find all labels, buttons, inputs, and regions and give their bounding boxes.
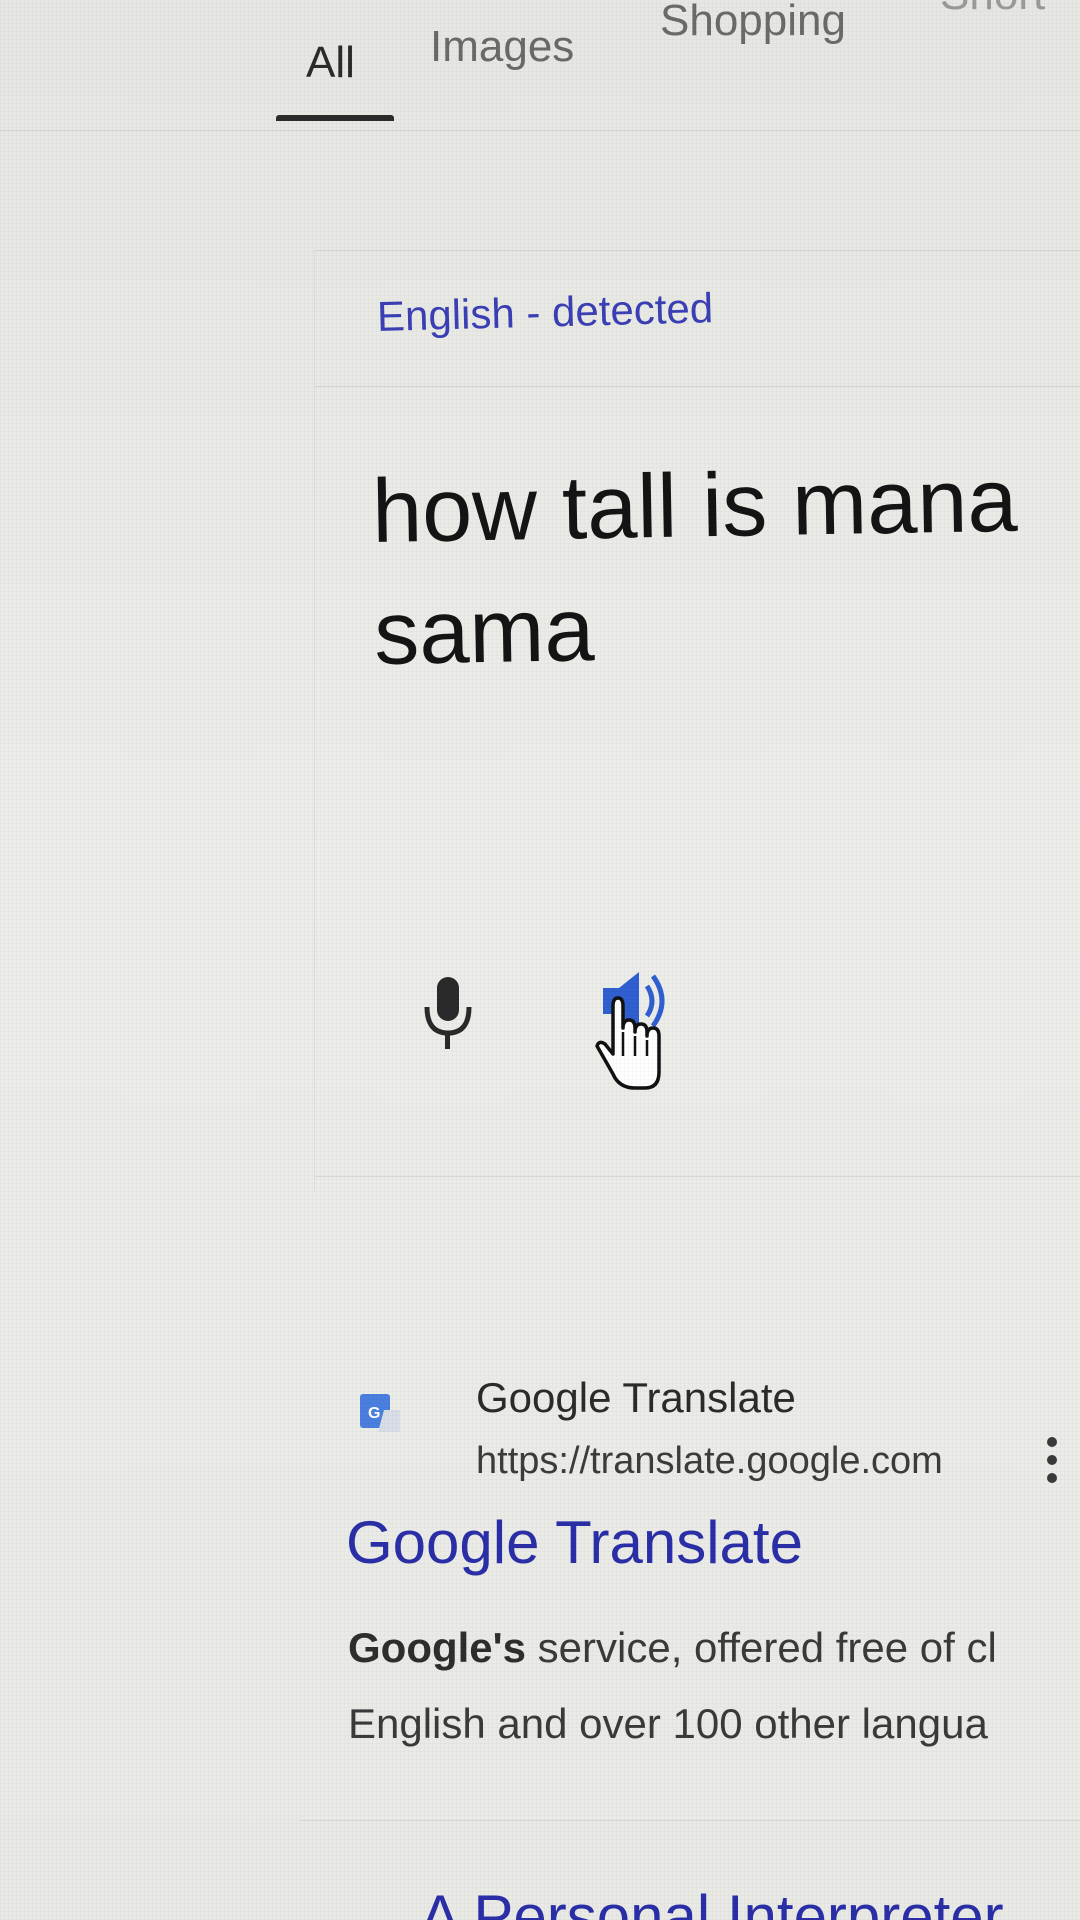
result-site-name[interactable]: Google Translate: [476, 1374, 796, 1422]
search-results-page: All Images Shopping Short English - dete…: [0, 0, 1080, 1920]
microphone-button[interactable]: [409, 971, 489, 1061]
snippet-line: Google's service, offered free of cl: [348, 1624, 997, 1671]
source-text-line: how tall is mana: [371, 450, 1019, 562]
result-snippet: Google's service, offered free of cl Eng…: [348, 1610, 1080, 1762]
active-tab-indicator: [276, 115, 394, 121]
tab-all[interactable]: All: [306, 38, 355, 88]
tab-shopping[interactable]: Shopping: [660, 0, 846, 46]
snippet-line: English and over 100 other langua: [348, 1700, 988, 1747]
next-result-title-link[interactable]: A Personal Interpreter: [420, 1882, 1004, 1920]
tab-images[interactable]: Images: [430, 22, 574, 72]
search-tabs: All Images Shopping Short: [0, 0, 1080, 131]
speaker-icon: [595, 972, 665, 1090]
site-favicon[interactable]: G: [358, 1392, 402, 1436]
detected-language-label[interactable]: English - detected: [376, 284, 713, 341]
translate-widget: English - detected how tall is mana sama: [314, 250, 1080, 1191]
widget-divider: [315, 1176, 1080, 1177]
more-vert-icon: [1047, 1437, 1057, 1483]
tab-short[interactable]: Short: [940, 0, 1045, 20]
source-text[interactable]: how tall is mana sama: [371, 438, 1080, 695]
microphone-icon: [424, 977, 472, 1049]
search-result: G Google Translate https://translate.goo…: [340, 1360, 1080, 1790]
source-text-line: sama: [373, 580, 596, 684]
result-divider: [300, 1820, 1080, 1821]
result-menu-button[interactable]: [1040, 1432, 1064, 1492]
result-url[interactable]: https://translate.google.com: [476, 1440, 943, 1483]
svg-text:G: G: [368, 1405, 380, 1422]
result-title-link[interactable]: Google Translate: [346, 1508, 803, 1577]
google-translate-icon: G: [360, 1394, 400, 1432]
language-bar: English - detected: [315, 251, 1080, 387]
listen-button[interactable]: [583, 966, 683, 1096]
